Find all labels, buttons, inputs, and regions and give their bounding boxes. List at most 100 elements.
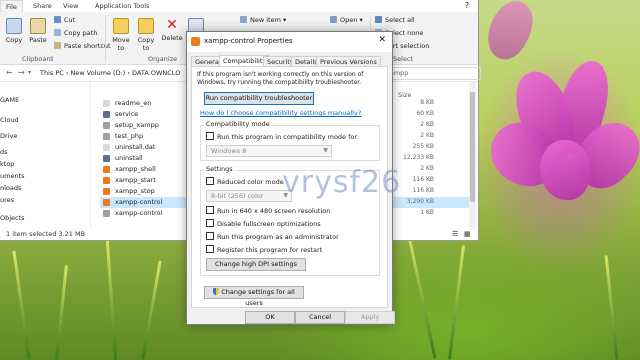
open-button[interactable]: Open ▾ [330,16,363,24]
grass-blade [406,231,437,359]
nav-item[interactable]: ktop [0,160,14,168]
delete-button[interactable]: ✕ Delete [161,18,183,42]
disable-fullscreen-checkbox[interactable]: Disable fullscreen optimizations [206,219,321,228]
compatibility-os-select[interactable]: Windows 8 ▼ [206,145,332,157]
select-all-button[interactable]: Select all [375,16,415,24]
forward-arrow-icon[interactable]: → [18,68,25,77]
xampp-icon [103,166,110,173]
copy-to-label: Copy to [137,36,155,52]
apply-button[interactable]: Apply [345,311,395,324]
register-restart-checkbox[interactable]: Register this program for restart [206,245,322,254]
color-depth-select[interactable]: 8-bit (256) color ▼ [206,190,292,202]
run-as-admin-label: Run this program as an administrator [217,233,339,241]
run-640-checkbox[interactable]: Run in 640 x 480 screen resolution [206,206,330,215]
delete-x-icon: ✕ [166,17,178,33]
run-troubleshooter-button[interactable]: Run compatibility troubleshooter [204,92,314,105]
open-label: Open [340,16,358,24]
file-name: test_php [115,132,144,140]
file-name: setup_xampp [115,121,159,129]
flower-petal [540,140,590,200]
checkbox-box [206,219,214,227]
reduced-color-checkbox[interactable]: Reduced color mode [206,177,284,186]
text-file-icon [103,100,110,107]
file-name: xampp_start [115,176,156,184]
paste-shortcut-icon [54,42,61,49]
scrollbar-thumb[interactable] [470,92,475,202]
compatibility-mode-label: Compatibility mode [204,120,272,128]
ok-button[interactable]: OK [245,311,295,324]
nav-item[interactable]: Drive [0,132,17,140]
navigation-pane: GAME Cloud Drive ds ktop uments nloads u… [0,82,91,229]
checkbox-box [206,132,214,140]
copy-button[interactable]: Copy [4,18,24,44]
breadcrumb-data-folder[interactable]: DATA OWNCLO [132,69,180,77]
new-item-icon [240,16,247,23]
nav-item[interactable]: Objects [0,214,25,222]
details-view-icon[interactable]: ☰ [452,230,458,238]
checkbox-box [206,245,214,253]
nav-item[interactable]: nloads [0,184,21,192]
new-item-button[interactable]: New item ▾ [240,16,286,24]
grass-blade [105,240,118,360]
back-arrow-icon[interactable]: ← [6,68,13,77]
copy-label: Copy [5,36,23,44]
move-to-button[interactable]: Move to [110,18,132,52]
file-size: 12,233 KB [403,154,434,161]
file-size: 8 KB [420,99,434,106]
breadcrumb-this-pc[interactable]: This PC [40,69,64,77]
nav-item[interactable]: ures [0,196,14,204]
paste-shortcut-button[interactable]: Paste shortcut [54,42,111,50]
grass-blade [55,265,68,360]
file-size: 60 KB [416,110,434,117]
vertical-scrollbar[interactable] [469,82,476,229]
nav-item[interactable]: ds [0,148,8,156]
close-icon[interactable]: ✕ [378,35,386,45]
compatibility-mode-checkbox[interactable]: Run this program in compatibility mode f… [206,132,359,141]
nav-item[interactable]: GAME [0,96,19,104]
folder-move-icon [113,18,129,34]
file-size: 255 KB [412,143,434,150]
copy-path-button[interactable]: Copy path [54,29,97,37]
new-item-label: New item [250,16,281,24]
file-name: xampp-control [115,209,163,217]
clipboard-group-label: Clipboard [22,55,54,63]
compatibility-mode-checkbox-label: Run this program in compatibility mode f… [217,133,360,141]
breadcrumb[interactable]: This PC › New Volume (D:) › DATA OWNCLO [40,69,180,77]
dialog-title: xampp-control Properties [204,37,293,45]
run-as-admin-checkbox[interactable]: Run this program as an administrator [206,232,339,241]
flower-petal [479,0,541,66]
dialog-titlebar: xampp-control Properties ✕ [187,32,392,52]
search-input[interactable]: xampp [380,67,481,80]
nav-item[interactable]: Cloud [0,116,19,124]
copy-icon [6,18,22,34]
file-name: uninstall [115,154,143,162]
grass-blade [12,250,31,360]
register-restart-label: Register this program for restart [217,246,323,254]
file-size: 2 KB [420,165,434,172]
change-dpi-button[interactable]: Change high DPI settings [206,258,306,271]
xampp-icon [103,199,110,206]
ribbon-separator [105,15,106,61]
tab-view[interactable]: View [63,2,78,10]
file-size: 116 KB [412,176,434,183]
recent-chevron-icon[interactable]: ▾ [28,69,31,76]
paste-button[interactable]: Paste [27,18,49,44]
tab-application-tools[interactable]: Application Tools [95,2,149,10]
breadcrumb-volume[interactable]: New Volume (D:) [71,69,126,77]
nav-item[interactable]: uments [0,172,25,180]
change-all-users-button[interactable]: Change settings for all users [204,286,304,307]
tab-share[interactable]: Share [33,2,52,10]
cancel-button[interactable]: Cancel [295,311,345,324]
status-selection-text: 1 item selected 3.21 MB [6,230,86,238]
folder-copy-icon [138,18,154,34]
checkbox-box [206,206,214,214]
grass-blade [448,245,465,360]
manual-settings-link[interactable]: How do I choose compatibility settings m… [200,109,361,117]
xampp-icon [191,37,200,46]
copy-to-button[interactable]: Copy to [135,18,157,52]
help-icon[interactable]: ? [457,0,477,12]
cut-button[interactable]: Cut [54,16,75,24]
organize-group-label: Organize [148,55,178,63]
batch-file-icon [103,122,110,129]
tiles-view-icon[interactable]: ▦ [464,230,471,238]
